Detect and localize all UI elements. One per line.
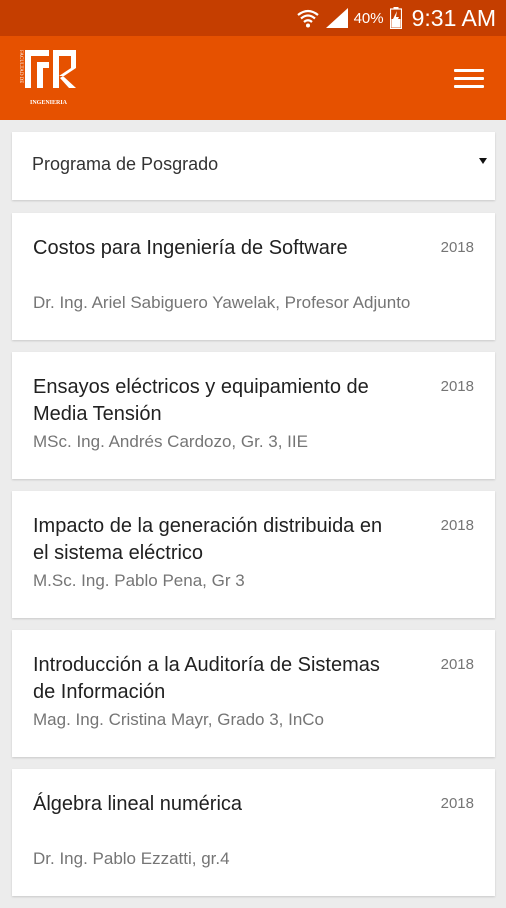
course-title: Costos para Ingeniería de Software bbox=[33, 237, 348, 259]
menu-line bbox=[454, 76, 484, 80]
course-author: MSc. Ing. Andrés Cardozo, Gr. 3, IIE bbox=[33, 432, 308, 451]
course-author: Dr. Ing. Ariel Sabiguero Yawelak, Profes… bbox=[33, 293, 411, 312]
course-year: 2018 bbox=[440, 378, 474, 395]
svg-text:FACULTAD DE: FACULTAD DE bbox=[18, 50, 23, 83]
course-title: Ensayos eléctricos y equipamiento de Med… bbox=[33, 376, 369, 425]
status-icons: 40% 9:31 AM bbox=[296, 0, 496, 36]
course-author: M.Sc. Ing. Pablo Pena, Gr 3 bbox=[33, 571, 245, 590]
course-year: 2018 bbox=[440, 239, 474, 256]
battery-icon bbox=[389, 7, 402, 29]
course-card[interactable]: Costos para Ingeniería de Software 2018 … bbox=[12, 213, 495, 340]
course-year: 2018 bbox=[440, 795, 474, 812]
course-card[interactable]: Introducción a la Auditoría de Sistemas … bbox=[12, 630, 495, 757]
app-bar: FACULTAD DE INGENIERIA bbox=[0, 36, 506, 120]
menu-line bbox=[454, 84, 484, 88]
course-card[interactable]: Álgebra lineal numérica 2018 Dr. Ing. Pa… bbox=[12, 769, 495, 896]
course-card[interactable]: Impacto de la generación distribuida en … bbox=[12, 491, 495, 618]
program-dropdown[interactable]: Programa de Posgrado bbox=[12, 132, 495, 200]
course-list: Costos para Ingeniería de Software 2018 … bbox=[12, 213, 495, 908]
course-title: Impacto de la generación distribuida en … bbox=[33, 515, 383, 564]
clock: 9:31 AM bbox=[411, 4, 496, 31]
dropdown-caret-icon bbox=[479, 158, 487, 164]
menu-line bbox=[454, 68, 484, 72]
signal-icon bbox=[325, 8, 348, 28]
course-author: Dr. Ing. Pablo Ezzatti, gr.4 bbox=[33, 849, 230, 868]
course-author: Mag. Ing. Cristina Mayr, Grado 3, InCo bbox=[33, 710, 325, 729]
course-card[interactable]: Ensayos eléctricos y equipamiento de Med… bbox=[12, 352, 495, 479]
course-title: Introducción a la Auditoría de Sistemas … bbox=[33, 654, 380, 703]
course-year: 2018 bbox=[440, 656, 474, 673]
battery-percent: 40% bbox=[353, 9, 384, 27]
course-year: 2018 bbox=[440, 517, 474, 534]
faculty-logo[interactable]: FACULTAD DE INGENIERIA bbox=[16, 48, 82, 108]
course-title: Álgebra lineal numérica bbox=[33, 793, 243, 815]
wifi-icon bbox=[296, 9, 319, 28]
svg-text:INGENIERIA: INGENIERIA bbox=[30, 100, 68, 106]
hamburger-menu-icon[interactable] bbox=[454, 63, 484, 93]
status-bar: 40% 9:31 AM bbox=[0, 0, 506, 36]
program-dropdown-value: Programa de Posgrado bbox=[32, 154, 219, 174]
